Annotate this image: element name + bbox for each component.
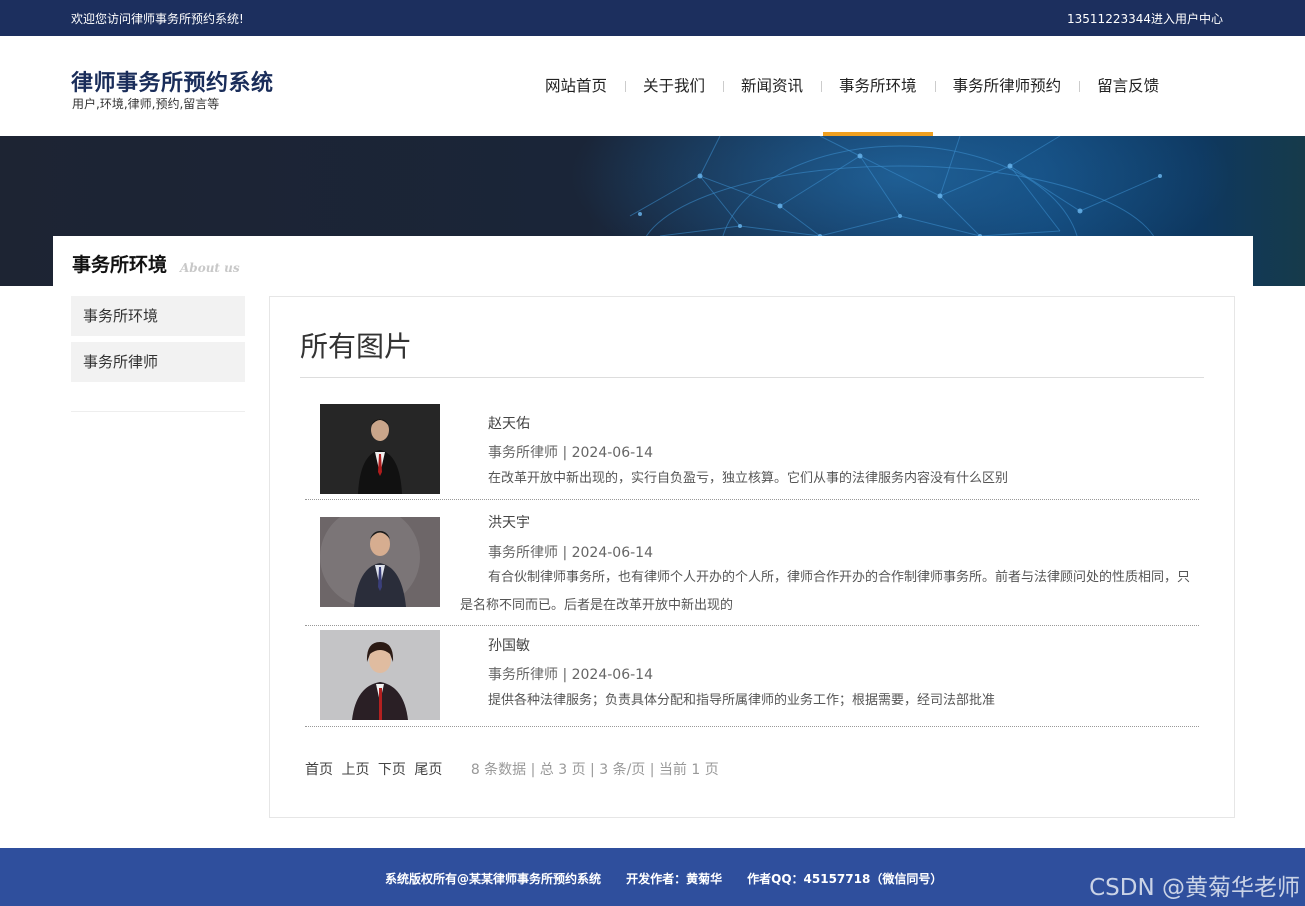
lawyer-photo[interactable]	[320, 404, 440, 494]
list-item[interactable]: 赵天佑 事务所律师 | 2024-06-14 在改革开放中新出现的，实行自负盈亏…	[305, 397, 1199, 500]
welcome-text: 欢迎您访问律师事务所预约系统!	[71, 12, 244, 26]
entry-description: 提供各种法律服务；负责具体分配和指导所属律师的业务工作；根据需要，经司法部批准	[488, 693, 996, 708]
footer-copyright: 系统版权所有@某某律师事务所预约系统 开发作者：黄菊华 作者QQ：4515771…	[385, 872, 943, 886]
user-center-link[interactable]: 13511223344进入用户中心	[1067, 10, 1223, 27]
pager-first[interactable]: 首页	[305, 762, 333, 778]
sidebar-divider	[71, 411, 245, 412]
entry-meta: 事务所律师 | 2024-06-14	[488, 445, 653, 461]
list-item[interactable]: 孙国敏 事务所律师 | 2024-06-14 提供各种法律服务；负责具体分配和指…	[305, 626, 1199, 727]
nav-home[interactable]: 网站首页	[527, 36, 625, 136]
lawyer-portrait-icon	[320, 404, 440, 494]
list-item[interactable]: 洪天宇 事务所律师 | 2024-06-14 有合伙制律师事务所，也有律师个人开…	[305, 500, 1199, 626]
nav-news[interactable]: 新闻资讯	[723, 36, 821, 136]
pager-next[interactable]: 下页	[378, 762, 406, 778]
section-title: 事务所环境	[72, 254, 168, 276]
site-subtitle: 用户,环境,律师,预约,留言等	[72, 97, 220, 111]
lawyer-name[interactable]: 洪天宇	[488, 512, 530, 532]
nav-lawyer-booking[interactable]: 事务所律师预约	[934, 36, 1080, 136]
sidebar-item-environment[interactable]: 事务所环境	[71, 296, 245, 336]
nav-feedback[interactable]: 留言反馈	[1079, 36, 1177, 136]
pager-info: 8 条数据 | 总 3 页 | 3 条/页 | 当前 1 页	[470, 762, 719, 778]
top-bar: 欢迎您访问律师事务所预约系统! 13511223344进入用户中心	[0, 0, 1305, 36]
nav-about[interactable]: 关于我们	[625, 36, 723, 136]
pager-last[interactable]: 尾页	[414, 762, 442, 778]
csdn-watermark: CSDN @黄菊华老师	[1089, 875, 1300, 901]
main-nav: 网站首页 关于我们 新闻资讯 事务所环境 事务所律师预约 留言反馈	[527, 36, 1177, 136]
lawyer-name[interactable]: 赵天佑	[488, 413, 530, 433]
entry-description: 在改革开放中新出现的，实行自负盈亏，独立核算。它们从事的法律服务内容没有什么区别	[488, 471, 1009, 486]
lawyer-portrait-icon	[320, 517, 440, 607]
entry-meta: 事务所律师 | 2024-06-14	[488, 545, 653, 561]
pagination: 首页 上页 下页 尾页 8 条数据 | 总 3 页 | 3 条/页 | 当前 1…	[305, 759, 719, 779]
section-title-bar: 事务所环境 About us	[53, 236, 1253, 286]
site-header: 律师事务所预约系统 用户,环境,律师,预约,留言等 网站首页 关于我们 新闻资讯…	[0, 36, 1305, 136]
lawyer-portrait-icon	[320, 630, 440, 720]
section-title-english: About us	[180, 261, 240, 275]
content-panel: 所有图片 赵天佑 事务所律师 | 2024-06-14 在改革开放中新出现的，实…	[269, 296, 1235, 818]
entry-description: 有合伙制律师事务所，也有律师个人开办的个人所，律师合作开办的合作制律师事务所。前…	[460, 570, 1191, 613]
lawyer-photo[interactable]	[320, 630, 440, 720]
lawyer-name[interactable]: 孙国敏	[488, 635, 530, 655]
site-footer: 系统版权所有@某某律师事务所预约系统 开发作者：黄菊华 作者QQ：4515771…	[0, 848, 1305, 906]
lawyer-photo[interactable]	[320, 517, 440, 607]
nav-environment[interactable]: 事务所环境	[821, 36, 935, 136]
content-heading: 所有图片	[300, 330, 413, 363]
entry-meta: 事务所律师 | 2024-06-14	[488, 667, 653, 683]
pager-prev[interactable]: 上页	[341, 762, 369, 778]
site-title[interactable]: 律师事务所预约系统	[71, 65, 274, 97]
sidebar-item-lawyers[interactable]: 事务所律师	[71, 342, 245, 382]
heading-divider	[300, 377, 1204, 378]
